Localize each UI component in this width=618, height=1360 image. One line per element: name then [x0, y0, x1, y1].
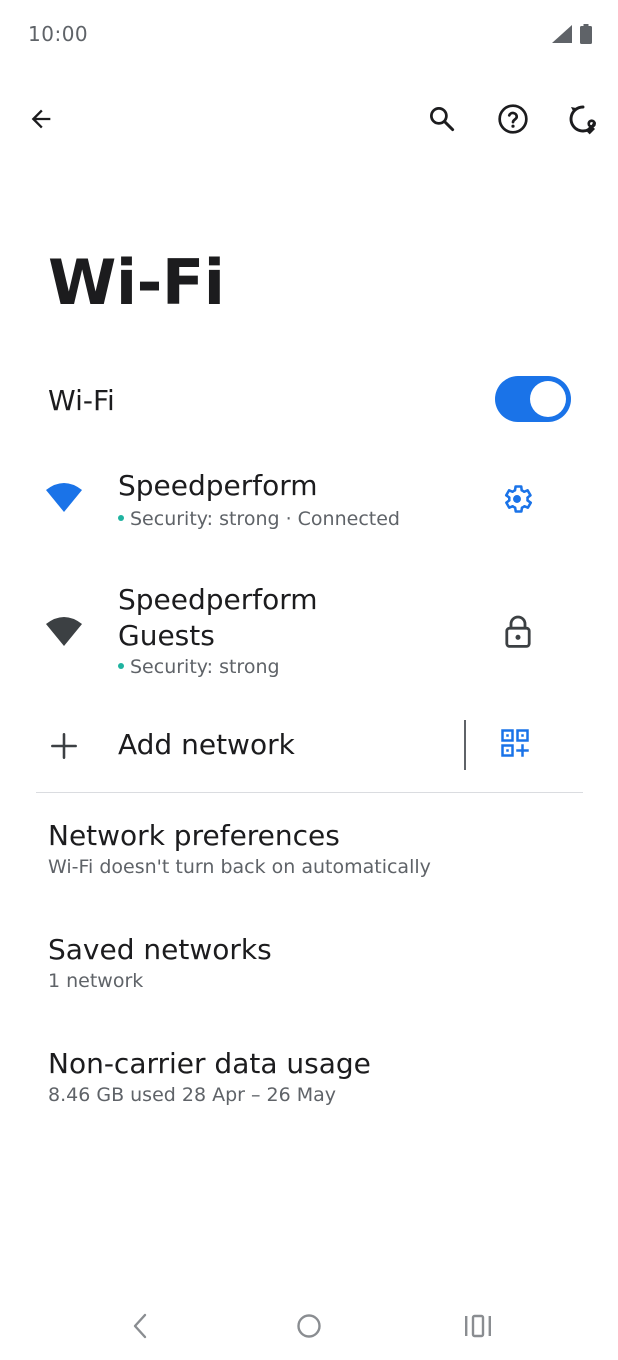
network-name: Speedperform — [118, 469, 318, 502]
pref-title: Non-carrier data usage — [48, 1047, 371, 1080]
help-button[interactable] — [494, 100, 532, 138]
pref-subtitle: 8.46 GB used 28 Apr – 26 May — [48, 1084, 337, 1106]
wifi-toggle-label: Wi-Fi — [48, 384, 115, 417]
network-settings-button[interactable] — [500, 482, 534, 520]
network-preferences-item[interactable]: Network preferences Wi-Fi doesn't turn b… — [48, 818, 588, 878]
wifi-signal-full-icon — [46, 616, 82, 652]
network-name-line2: Guests — [118, 619, 215, 652]
lock-icon — [504, 614, 532, 652]
battery-icon — [580, 24, 592, 48]
qr-scan-button[interactable] — [500, 728, 536, 764]
page-title: Wi-Fi — [48, 246, 225, 319]
switch-knob — [530, 381, 566, 417]
network-status: Security: strong · Connected — [118, 508, 400, 530]
pref-title: Saved networks — [48, 933, 272, 966]
network-status-text: Security: strong · Connected — [130, 508, 400, 530]
nav-back-button[interactable] — [120, 1306, 160, 1346]
saved-networks-item[interactable]: Saved networks 1 network — [48, 932, 588, 992]
network-item-guests[interactable]: Speedperform Guests Security: strong — [0, 578, 618, 690]
signal-icon — [552, 25, 572, 47]
status-dot — [118, 514, 124, 521]
status-dot — [118, 662, 124, 669]
pref-title: Network preferences — [48, 819, 340, 852]
section-divider — [36, 792, 583, 793]
search-button[interactable] — [424, 100, 460, 138]
nav-back-icon — [133, 1313, 147, 1339]
back-button[interactable] — [22, 100, 60, 138]
network-item-connected[interactable]: Speedperform Security: strong · Connecte… — [0, 460, 618, 552]
pref-subtitle: Wi-Fi doesn't turn back on automatically — [48, 856, 431, 878]
plus-icon — [50, 732, 78, 764]
nav-recents-icon — [465, 1314, 491, 1338]
arrow-back-icon — [31, 109, 51, 129]
wifi-switch[interactable] — [495, 376, 571, 422]
nav-home-icon — [297, 1314, 321, 1338]
vertical-divider — [464, 720, 466, 770]
reset-connectivity-button[interactable] — [564, 100, 602, 138]
network-name-line1: Speedperform — [118, 583, 318, 616]
gear-icon — [504, 485, 533, 513]
pref-subtitle: 1 network — [48, 970, 144, 992]
qr-code-icon — [501, 729, 529, 757]
data-usage-item[interactable]: Non-carrier data usage 8.46 GB used 28 A… — [48, 1046, 588, 1106]
nav-home-button[interactable] — [289, 1306, 329, 1346]
network-name: Speedperform Guests — [118, 582, 318, 654]
network-status-text: Security: strong — [130, 656, 280, 678]
search-icon — [430, 107, 455, 132]
wifi-toggle-row[interactable]: Wi-Fi — [0, 362, 618, 438]
reset-wrench-icon — [569, 105, 596, 135]
add-network-label: Add network — [118, 728, 295, 761]
nav-recents-button[interactable] — [458, 1306, 498, 1346]
status-icons — [552, 24, 592, 48]
help-icon — [498, 104, 528, 134]
add-network-row[interactable]: Add network — [0, 712, 618, 782]
wifi-settings-screen: 10:00 Wi-Fi Wi-Fi Speedperform Security:… — [0, 0, 618, 1360]
network-status: Security: strong — [118, 656, 280, 678]
status-time: 10:00 — [28, 22, 89, 46]
wifi-signal-full-icon — [46, 482, 82, 518]
